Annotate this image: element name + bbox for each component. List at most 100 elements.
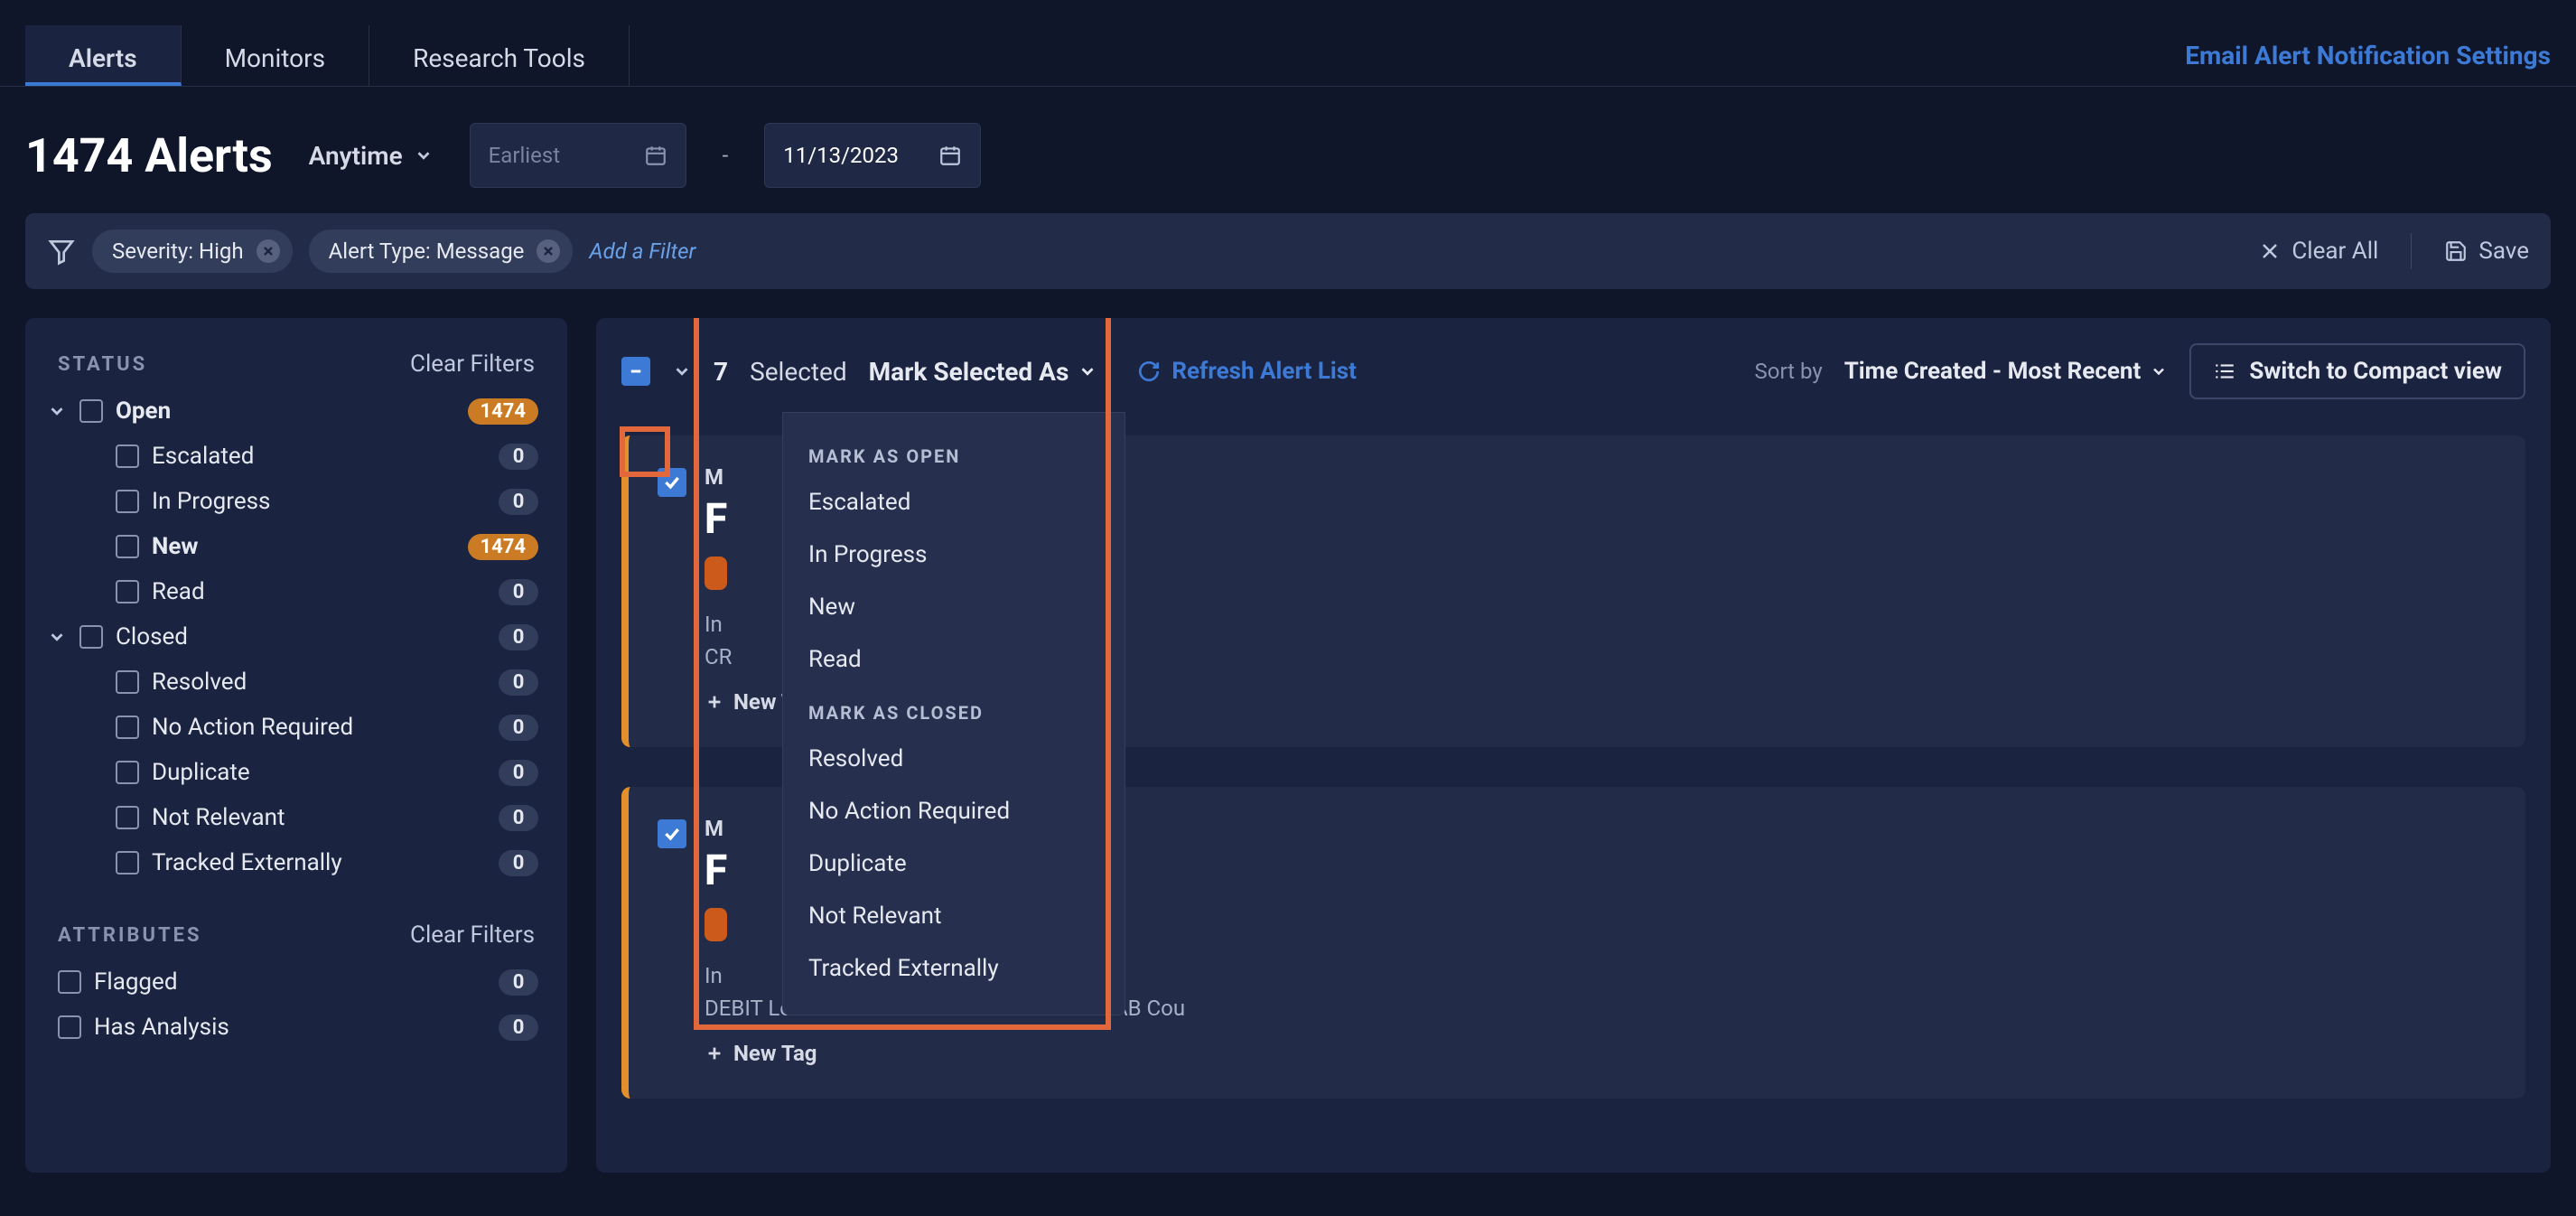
mark-selected-as-button[interactable]: Mark Selected As	[869, 357, 1098, 387]
clear-all-filters[interactable]: Clear All	[2259, 238, 2378, 265]
mark-selected-as-label: Mark Selected As	[869, 357, 1069, 387]
anytime-dropdown[interactable]: Anytime	[309, 141, 434, 171]
checkbox-resolved[interactable]	[116, 670, 139, 694]
status-no-action-label: No Action Required	[152, 714, 486, 741]
status-resolved-count: 0	[499, 669, 538, 696]
sort-value: Time Created - Most Recent	[1844, 358, 2142, 385]
status-open[interactable]: Open 1474	[43, 388, 549, 434]
alert-checkbox[interactable]	[658, 819, 686, 848]
status-in-progress[interactable]: In Progress 0	[43, 479, 549, 524]
tab-alerts[interactable]: Alerts	[25, 25, 182, 86]
status-not-relevant-count: 0	[499, 805, 538, 831]
status-resolved[interactable]: Resolved 0	[43, 659, 549, 705]
selected-label: Selected	[750, 357, 847, 387]
plus-icon	[705, 692, 724, 712]
divider	[2411, 233, 2412, 269]
close-icon	[542, 245, 555, 257]
status-closed-count: 0	[499, 624, 538, 650]
filter-bar: Severity: High Alert Type: Message Add a…	[25, 213, 2551, 289]
dd-escalated[interactable]: Escalated	[783, 476, 1125, 528]
filter-pill-severity: Severity: High	[92, 229, 293, 273]
status-read[interactable]: Read 0	[43, 569, 549, 614]
status-escalated[interactable]: Escalated 0	[43, 434, 549, 479]
add-filter-link[interactable]: Add a Filter	[589, 239, 695, 264]
checkbox-in-progress[interactable]	[116, 490, 139, 513]
refresh-icon	[1137, 360, 1161, 383]
status-resolved-label: Resolved	[152, 669, 486, 696]
status-escalated-label: Escalated	[152, 443, 486, 470]
status-new-count: 1474	[468, 534, 539, 560]
dd-read[interactable]: Read	[783, 633, 1125, 686]
sort-by-label: Sort by	[1755, 359, 1823, 384]
status-in-progress-count: 0	[499, 489, 538, 515]
status-closed[interactable]: Closed 0	[43, 614, 549, 659]
status-duplicate-label: Duplicate	[152, 759, 486, 786]
tab-monitors[interactable]: Monitors	[182, 25, 369, 86]
attributes-section-title: ATTRIBUTES	[58, 924, 202, 947]
email-alert-settings-link[interactable]: Email Alert Notification Settings	[2185, 41, 2551, 70]
clear-attribute-filters[interactable]: Clear Filters	[410, 921, 535, 949]
save-filters[interactable]: Save	[2444, 238, 2529, 265]
save-icon	[2444, 239, 2468, 263]
checkbox-closed[interactable]	[79, 625, 103, 649]
clear-status-filters[interactable]: Clear Filters	[410, 351, 535, 378]
status-not-relevant-label: Not Relevant	[152, 804, 486, 831]
switch-compact-view[interactable]: Switch to Compact view	[2189, 343, 2525, 399]
filter-icon	[47, 237, 76, 266]
checkbox-flagged[interactable]	[58, 970, 81, 994]
status-new-label: New	[152, 533, 455, 560]
dd-duplicate[interactable]: Duplicate	[783, 837, 1125, 890]
remove-alert-type-filter[interactable]	[537, 239, 560, 263]
status-duplicate[interactable]: Duplicate 0	[43, 750, 549, 795]
save-label: Save	[2478, 238, 2529, 265]
list-icon	[2213, 360, 2236, 383]
select-all-dropdown[interactable]	[672, 361, 692, 381]
dd-in-progress[interactable]: In Progress	[783, 528, 1125, 581]
alert-checkbox[interactable]	[658, 468, 686, 497]
select-all-checkbox[interactable]	[621, 357, 650, 386]
checkbox-tracked-externally[interactable]	[116, 851, 139, 875]
filter-pill-alert-type: Alert Type: Message	[309, 229, 574, 273]
remove-severity-filter[interactable]	[257, 239, 280, 263]
end-date-input[interactable]: 11/13/2023	[764, 123, 981, 188]
chevron-down-icon[interactable]	[47, 627, 67, 647]
status-closed-label: Closed	[116, 623, 486, 650]
status-new[interactable]: New 1474	[43, 524, 549, 569]
checkbox-escalated[interactable]	[116, 444, 139, 468]
attr-has-analysis[interactable]: Has Analysis 0	[43, 1005, 549, 1050]
check-icon	[663, 825, 681, 843]
check-icon	[663, 473, 681, 491]
checkbox-no-action[interactable]	[116, 716, 139, 739]
tab-research-tools[interactable]: Research Tools	[369, 25, 630, 86]
new-tag-button[interactable]: New Tag	[705, 1041, 2497, 1066]
checkbox-not-relevant[interactable]	[116, 806, 139, 829]
checkbox-new[interactable]	[116, 535, 139, 558]
checkbox-duplicate[interactable]	[116, 761, 139, 784]
checkbox-has-analysis[interactable]	[58, 1015, 81, 1039]
dd-new[interactable]: New	[783, 581, 1125, 633]
dd-resolved[interactable]: Resolved	[783, 733, 1125, 785]
dd-no-action[interactable]: No Action Required	[783, 785, 1125, 837]
dd-not-relevant[interactable]: Not Relevant	[783, 890, 1125, 942]
status-no-action-count: 0	[499, 715, 538, 741]
anytime-label: Anytime	[309, 141, 403, 171]
status-escalated-count: 0	[499, 444, 538, 470]
indeterminate-icon	[628, 363, 644, 379]
dd-tracked-externally[interactable]: Tracked Externally	[783, 942, 1125, 995]
refresh-alert-list[interactable]: Refresh Alert List	[1137, 358, 1357, 385]
attr-flagged[interactable]: Flagged 0	[43, 959, 549, 1005]
calendar-icon	[644, 144, 667, 167]
checkbox-open[interactable]	[79, 399, 103, 423]
status-tracked-externally[interactable]: Tracked Externally 0	[43, 840, 549, 885]
new-tag-label: New Tag	[733, 1041, 817, 1066]
attr-flagged-label: Flagged	[94, 968, 486, 996]
status-not-relevant[interactable]: Not Relevant 0	[43, 795, 549, 840]
sort-dropdown[interactable]: Time Created - Most Recent	[1844, 358, 2169, 385]
earliest-date-input[interactable]: Earliest	[470, 123, 686, 188]
status-tracked-externally-label: Tracked Externally	[152, 849, 486, 876]
checkbox-read[interactable]	[116, 580, 139, 603]
chevron-down-icon[interactable]	[47, 401, 67, 421]
status-open-label: Open	[116, 398, 455, 425]
status-no-action[interactable]: No Action Required 0	[43, 705, 549, 750]
filter-pill-alert-type-label: Alert Type: Message	[329, 239, 525, 264]
